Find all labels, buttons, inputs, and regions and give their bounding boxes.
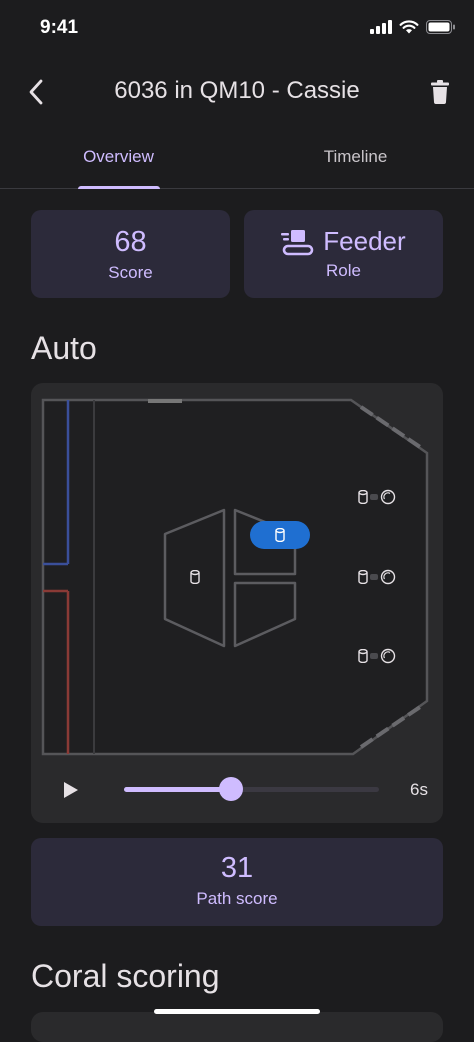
role-card: Feeder Role (244, 210, 443, 298)
coral-scoring-card (31, 1012, 443, 1042)
role-value-row: Feeder (244, 226, 443, 257)
wifi-icon (399, 20, 419, 34)
playback-slider-thumb[interactable] (219, 777, 244, 801)
coral-icon (358, 570, 368, 584)
status-bar: 9:41 (0, 0, 474, 58)
page-title: 6036 in QM10 - Cassie (114, 77, 360, 104)
tab-indicator (78, 186, 160, 189)
tab-bar: Overview Timeline (0, 130, 474, 189)
coral-icon (190, 570, 200, 584)
status-icons (370, 20, 456, 34)
algae-icon (380, 648, 396, 664)
score-value: 68 (114, 226, 147, 258)
algae-icon (380, 489, 396, 505)
play-button[interactable] (58, 778, 82, 802)
score-label: Score (108, 263, 153, 282)
role-label: Role (326, 261, 361, 280)
cellular-signal-icon (370, 20, 392, 34)
playback-time-label: 6s (410, 780, 428, 799)
playback-slider-fill (124, 787, 232, 792)
score-card: 68 Score (31, 210, 230, 298)
delete-button[interactable] (422, 74, 458, 110)
playback-slider[interactable] (124, 777, 379, 801)
coral-section-title: Coral scoring (31, 958, 220, 994)
coral-icon (358, 490, 368, 504)
role-value: Feeder (323, 226, 406, 256)
home-indicator (154, 1009, 320, 1014)
coral-icon (275, 528, 285, 542)
staged-piece-2 (358, 569, 396, 585)
path-score-label: Path score (196, 889, 278, 908)
field-map (41, 398, 429, 756)
trash-icon (431, 80, 449, 104)
auto-field-card (31, 383, 443, 823)
robot-marker (250, 521, 310, 549)
algae-icon (380, 569, 396, 585)
coral-icon (358, 649, 368, 663)
staged-piece-3 (358, 648, 396, 664)
tab-timeline[interactable]: Timeline (237, 130, 474, 188)
staged-piece-1 (358, 489, 396, 505)
chevron-left-icon (29, 79, 43, 105)
tab-overview[interactable]: Overview (0, 130, 237, 188)
status-time: 9:41 (40, 17, 79, 38)
battery-icon (426, 20, 455, 34)
feeder-icon (281, 229, 314, 255)
back-button[interactable] (18, 74, 54, 110)
play-icon (64, 782, 78, 798)
path-score-value: 31 (220, 852, 254, 884)
auto-section-title: Auto (31, 330, 97, 366)
app-bar: 6036 in QM10 - Cassie (0, 60, 474, 124)
path-score-card: 31 Path score (31, 838, 443, 926)
